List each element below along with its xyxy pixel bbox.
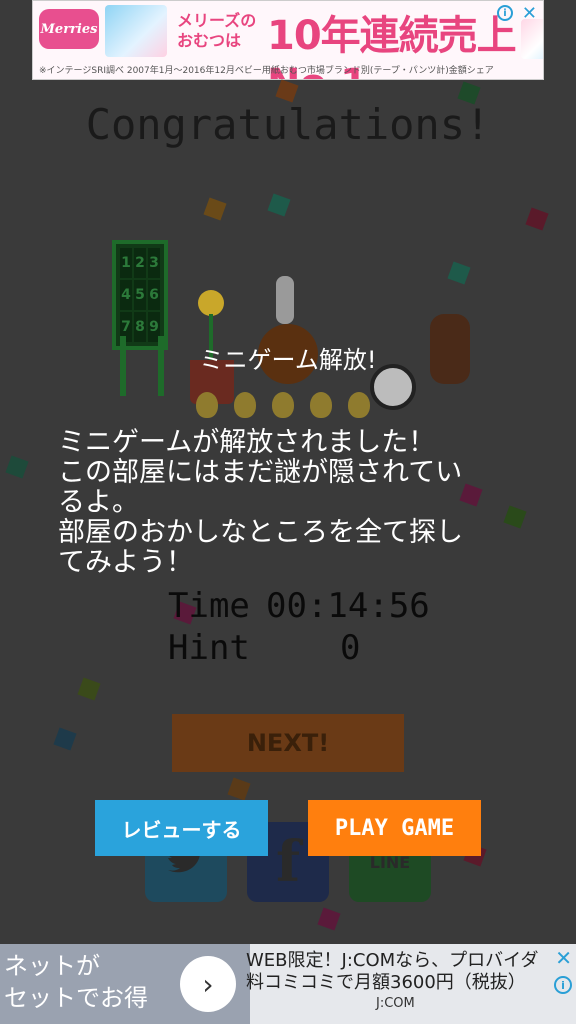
dialog-message-line: てみよう！ xyxy=(58,547,193,578)
time-value: 00:14:56 xyxy=(266,586,430,626)
scoreboard-cell: 2 xyxy=(134,248,146,278)
ad-body-text: WEB限定！J:COMなら、プロバイダ 料コミコミで月額3600円（税抜） xyxy=(246,950,556,994)
confetti-piece xyxy=(77,677,101,701)
ad-info-icon[interactable]: i xyxy=(554,976,572,994)
ad-left-text: ネットが セットでお得 xyxy=(4,950,148,1014)
scoreboard-cell: 8 xyxy=(134,312,146,342)
egg-figure xyxy=(348,392,370,418)
next-button: NEXT! xyxy=(172,714,404,772)
flower-icon xyxy=(198,290,224,316)
hint-label: Hint xyxy=(168,628,250,668)
dialog-message: ミニゲームが解放されました！ この部屋にはまだ謎が隠されてい るよ。 部屋のおか… xyxy=(58,428,528,578)
dialog-message-line: るよ。 xyxy=(58,487,139,518)
scoreboard-cell: 6 xyxy=(148,280,160,310)
ad-close-icon[interactable]: ✕ xyxy=(522,3,537,24)
scoreboard-cell: 1 xyxy=(120,248,132,278)
confetti-piece xyxy=(317,907,341,931)
ad-left-line1: ネットが xyxy=(4,952,100,980)
confetti-piece xyxy=(53,727,77,751)
egg-row xyxy=(196,386,396,418)
scoreboard-cell: 5 xyxy=(134,280,146,310)
review-button[interactable]: レビューする xyxy=(95,800,268,856)
ad-fine-print: ※インテージSRI調べ 2007年1月〜2016年12月ベビー用紙おむつ市場ブラ… xyxy=(39,66,494,76)
bottom-banner-ad[interactable]: ネットが セットでお得 › WEB限定！J:COMなら、プロバイダ 料コミコミで… xyxy=(0,944,576,1024)
confetti-piece xyxy=(203,197,227,221)
egg-figure xyxy=(272,392,294,418)
confetti-piece xyxy=(5,455,29,479)
top-banner-ad[interactable]: Merries メリーズの おむつは 10年連続売上No.1 ※インテージSRI… xyxy=(32,0,544,80)
dialog-title: ミニゲーム解放! xyxy=(199,346,377,374)
dialog-message-line: 部屋のおかしなところを全て探し xyxy=(58,517,463,548)
egg-figure xyxy=(196,392,218,418)
game-scene-illustration: 1 2 3 4 5 6 7 8 9 xyxy=(80,236,500,426)
congratulations-title: Congratulations! xyxy=(85,100,491,149)
ad-close-icon[interactable]: ✕ xyxy=(555,946,572,970)
ad-body-line2: 料コミコミで月額3600円（税抜） xyxy=(246,972,526,993)
dialog-message-line: ミニゲームが解放されました！ xyxy=(58,427,436,458)
ad-info-icon[interactable]: i xyxy=(497,5,513,21)
ad-headline: メリーズの おむつは xyxy=(177,11,256,51)
time-label: Time xyxy=(168,586,250,626)
hint-value: 0 xyxy=(340,628,361,668)
ad-advertiser: J:COM xyxy=(376,996,415,1011)
chevron-right-icon[interactable]: › xyxy=(180,956,236,1012)
egg-figure xyxy=(310,392,332,418)
ad-headline-line1: メリーズの xyxy=(177,11,257,30)
confetti-piece xyxy=(227,777,251,801)
product-image xyxy=(105,5,167,57)
product-image-2 xyxy=(521,19,543,59)
egg-figure xyxy=(234,392,256,418)
scoreboard: 1 2 3 4 5 6 7 8 9 xyxy=(112,240,168,350)
confetti-piece xyxy=(267,193,291,217)
bunny-figure xyxy=(276,276,294,324)
scoreboard-cell: 3 xyxy=(148,248,160,278)
merries-logo: Merries xyxy=(39,9,99,49)
ad-headline-line2: おむつは xyxy=(177,31,242,50)
ad-left-line2: セットでお得 xyxy=(4,984,148,1012)
confetti-piece xyxy=(525,207,549,231)
play-game-button[interactable]: PLAY GAME xyxy=(308,800,481,856)
dialog-message-line: この部屋にはまだ謎が隠されてい xyxy=(58,457,463,488)
ad-body-line1: WEB限定！J:COMなら、プロバイダ xyxy=(246,950,539,971)
scoreboard-cell: 4 xyxy=(120,280,132,310)
